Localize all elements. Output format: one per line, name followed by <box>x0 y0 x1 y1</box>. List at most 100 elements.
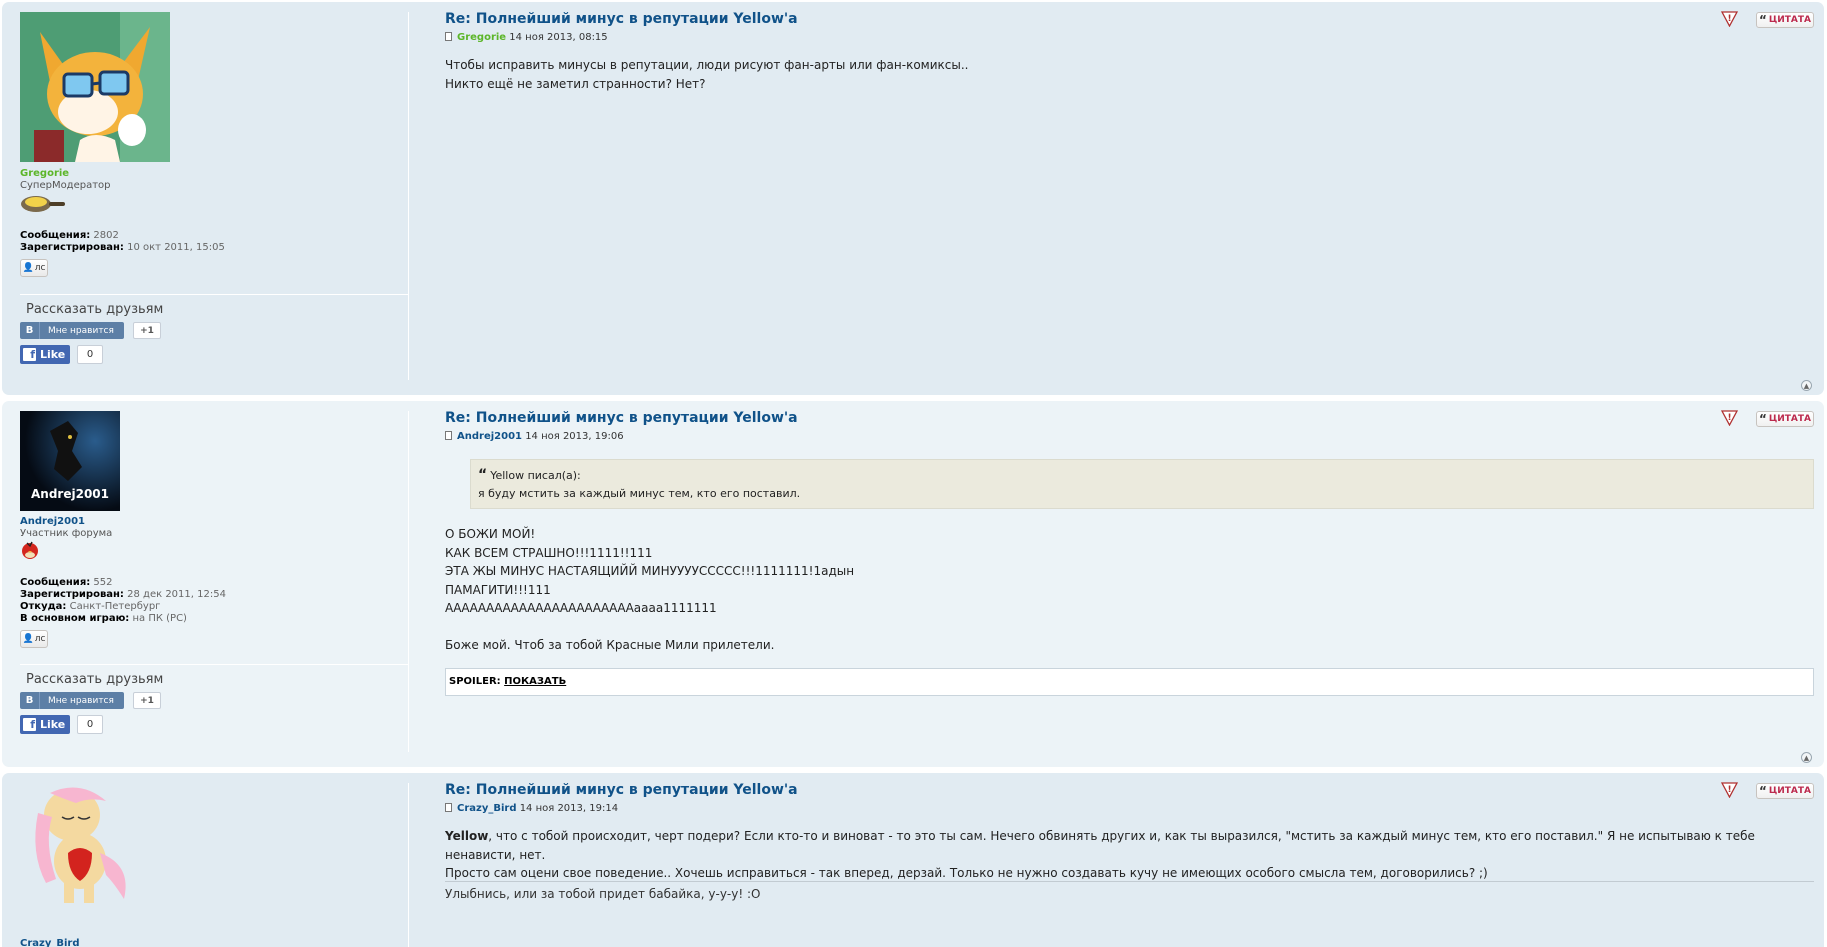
content-line: Никто ещё не заметил странности? Нет? <box>445 76 706 91</box>
user-rank: СуперМодератор <box>20 180 111 191</box>
stat-value: Санкт-Петербург <box>69 601 161 612</box>
fb-like-label: Like <box>40 348 66 361</box>
stat-value: 552 <box>93 577 113 588</box>
user-icon: 👤 <box>22 263 34 273</box>
quote-button[interactable]: “ЦИТАТА <box>1756 411 1814 427</box>
user-stats: Сообщения: 2802 Зарегистрирован: 10 окт … <box>20 230 225 254</box>
quote-label: ЦИТАТА <box>1768 414 1811 424</box>
fb-like-count: 0 <box>77 345 103 364</box>
author-link[interactable]: Andrej2001 <box>457 431 522 442</box>
spoiler-title: SPOILER: <box>449 676 501 687</box>
spoiler-block: SPOILER: ПОКАЗАТЬ <box>445 668 1814 696</box>
vk-like-button[interactable]: В Мне нравится <box>20 692 124 709</box>
fb-like-count: 0 <box>77 715 103 734</box>
post-content: О БОЖИ МОЙ! КАК ВСЕМ СТРАШНО!!!1111!!111… <box>445 525 1805 655</box>
vk-like-label: Мне нравится <box>48 325 114 336</box>
post-profile: Crazy_Bird <box>20 783 409 947</box>
post-date: 14 ноя 2013, 19:06 <box>525 431 624 442</box>
svg-text:!: ! <box>1727 785 1731 795</box>
username-link[interactable]: Gregorie <box>20 168 69 179</box>
content-line: ЭТА ЖЫ МИНУС НАСТАЯЩИЙЙ МИНУУУУССССС!!!1… <box>445 564 855 578</box>
content-line: Yellow, что с тобой происходит, черт под… <box>445 827 1805 864</box>
post-content: Yellow, что с тобой происходит, черт под… <box>445 827 1805 883</box>
pm-button[interactable]: 👤 лс <box>20 630 48 648</box>
arrow-up-icon[interactable]: ▲ <box>1801 380 1812 391</box>
vk-like-label: Мне нравится <box>48 695 114 706</box>
quote-mark-icon: “ <box>478 467 488 483</box>
divider <box>20 664 409 665</box>
quote-icon: “ <box>1759 13 1767 27</box>
post-author-line: Crazy_Bird 14 ноя 2013, 19:14 <box>445 803 618 814</box>
pm-label: лс <box>34 634 46 644</box>
content-line: АААААААААААААААААААААААаааа1111111 <box>445 601 717 615</box>
stat-key: Зарегистрирован: <box>20 589 124 600</box>
stat-value: 2802 <box>93 230 119 241</box>
post-title[interactable]: Re: Полнейший минус в репутации Yellow'a <box>445 782 798 798</box>
content-line: Боже мой. Чтоб за тобой Красные Мили при… <box>445 638 775 652</box>
arrow-up-icon[interactable]: ▲ <box>1801 752 1812 763</box>
quote-icon: “ <box>1759 412 1767 426</box>
quote-cite: “Yellow писал(а): <box>478 467 581 483</box>
username-link[interactable]: Crazy_Bird <box>20 938 80 947</box>
stat-key: В основном играю: <box>20 613 130 624</box>
stat-key: Зарегистрирован: <box>20 242 124 253</box>
mentioned-user: Yellow <box>445 829 489 843</box>
quote-block: “Yellow писал(а): я буду мстить за кажды… <box>470 459 1814 509</box>
quote-author: Yellow писал(а): <box>490 469 581 482</box>
stat-value: на ПК (PC) <box>132 613 187 624</box>
user-icon: 👤 <box>22 634 34 644</box>
content-line: ПАМАГИТИ!!!111 <box>445 582 551 597</box>
quote-button[interactable]: “ЦИТАТА <box>1756 12 1814 28</box>
quote-button[interactable]: “ЦИТАТА <box>1756 783 1814 799</box>
post-author-line: Gregorie 14 ноя 2013, 08:15 <box>445 32 608 43</box>
avatar[interactable] <box>20 783 140 908</box>
quote-icon: “ <box>1759 784 1767 798</box>
stat-key: Сообщения: <box>20 577 91 588</box>
post: Gregorie СуперМодератор Сообщения: 2802 … <box>2 2 1824 395</box>
post-title[interactable]: Re: Полнейший минус в репутации Yellow'a <box>445 11 798 27</box>
spoiler-show-link[interactable]: ПОКАЗАТЬ <box>504 676 566 687</box>
tell-friends-label: Рассказать друзьям <box>26 302 164 317</box>
username-link[interactable]: Andrej2001 <box>20 516 85 527</box>
fb-like-button[interactable]: f Like <box>20 345 70 364</box>
avatar-caption: Andrej2001 <box>31 487 109 501</box>
author-link[interactable]: Crazy_Bird <box>457 803 517 814</box>
pm-button[interactable]: 👤 лс <box>20 259 48 277</box>
warning-icon[interactable]: ! <box>1721 781 1738 798</box>
content-line: О БОЖИ МОЙ! <box>445 527 536 541</box>
quote-label: ЦИТАТА <box>1768 786 1811 796</box>
post-profile: Andrej2001 Andrej2001 Участник форума Со… <box>20 411 409 752</box>
stat-value: 10 окт 2011, 15:05 <box>127 242 225 253</box>
vk-icon: В <box>20 692 40 709</box>
content-blank <box>445 618 1805 637</box>
tell-friends-label: Рассказать друзьям <box>26 672 164 687</box>
warning-icon[interactable]: ! <box>1721 10 1738 27</box>
author-link[interactable]: Gregorie <box>457 32 506 43</box>
signature-divider <box>445 881 1814 882</box>
facebook-icon: f <box>23 718 36 731</box>
user-rank: Участник форума <box>20 528 113 539</box>
svg-text:!: ! <box>1727 413 1731 423</box>
post-title[interactable]: Re: Полнейший минус в репутации Yellow'a <box>445 410 798 426</box>
spoiler-label: SPOILER: ПОКАЗАТЬ <box>449 676 566 687</box>
angry-bird-icon <box>22 541 38 559</box>
content-line: КАК ВСЕМ СТРАШНО!!!1111!!111 <box>445 545 653 560</box>
content-line: Чтобы исправить минусы в репутации, люди… <box>445 58 969 72</box>
content-text: , что с тобой происходит, черт подери? Е… <box>445 829 1755 862</box>
fb-like-button[interactable]: f Like <box>20 715 70 734</box>
avatar[interactable] <box>20 12 170 162</box>
post: Crazy_Bird Re: Полнейший минус в репутац… <box>2 773 1824 947</box>
rank-icon <box>21 196 65 212</box>
vk-like-button[interactable]: В Мне нравится <box>20 322 124 339</box>
warning-icon[interactable]: ! <box>1721 409 1738 426</box>
post-date: 14 ноя 2013, 08:15 <box>509 32 608 43</box>
vk-icon: В <box>20 322 40 339</box>
stat-key: Сообщения: <box>20 230 91 241</box>
avatar[interactable]: Andrej2001 <box>20 411 120 511</box>
quote-label: ЦИТАТА <box>1768 15 1811 25</box>
post: Andrej2001 Andrej2001 Участник форума Со… <box>2 401 1824 767</box>
divider <box>20 294 409 295</box>
quote-text: я буду мстить за каждый минус тем, кто е… <box>478 487 801 500</box>
fb-like-label: Like <box>40 718 66 731</box>
post-author-line: Andrej2001 14 ноя 2013, 19:06 <box>445 431 624 442</box>
